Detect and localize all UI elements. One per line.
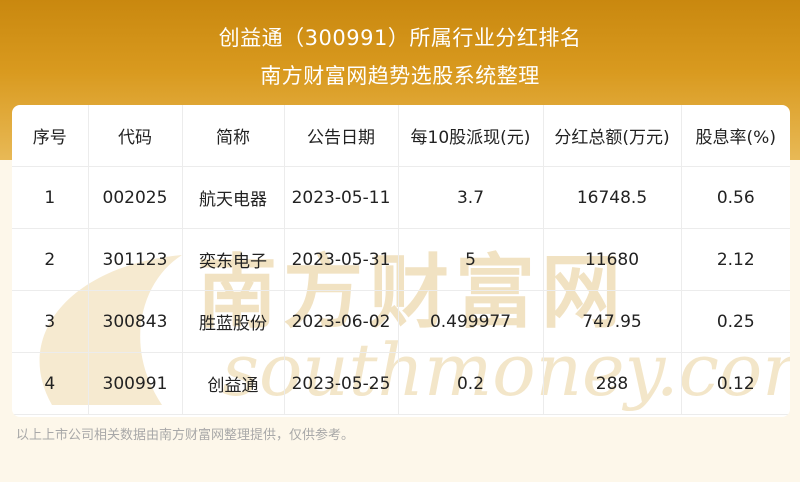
col-header-yield: 股息率(%) (681, 105, 790, 167)
col-header-date: 公告日期 (284, 105, 399, 167)
cell-yield: 0.56 (681, 166, 790, 229)
cell-code: 300991 (88, 352, 183, 415)
cell-rank: 1 (12, 166, 89, 229)
cell-code: 300843 (88, 290, 183, 353)
cell-date: 2023-05-31 (284, 228, 399, 291)
cell-total-dividend: 288 (543, 352, 682, 415)
footer-note: 以上上市公司相关数据由南方财富网整理提供，仅供参考。 (16, 428, 355, 443)
table-row: 3 300843 胜蓝股份 2023-06-02 0.499977 747.95… (12, 290, 790, 353)
cell-code: 301123 (88, 228, 183, 291)
cell-total-dividend: 11680 (543, 228, 682, 291)
cell-cash-per-10: 0.499977 (398, 290, 544, 353)
col-header-cash-per-10: 每10股派现(元) (398, 105, 544, 167)
table-header-row: 序号 代码 简称 公告日期 每10股派现(元) 分红总额(万元) 股息率(%) (12, 105, 790, 167)
table-row: 2 301123 奕东电子 2023-05-31 5 11680 2.12 (12, 228, 790, 291)
cell-yield: 0.25 (681, 290, 790, 353)
col-header-total-dividend: 分红总额(万元) (543, 105, 682, 167)
dividend-table: 序号 代码 简称 公告日期 每10股派现(元) 分红总额(万元) 股息率(%) … (12, 105, 790, 415)
cell-rank: 3 (12, 290, 89, 353)
cell-total-dividend: 747.95 (543, 290, 682, 353)
col-header-rank: 序号 (12, 105, 89, 167)
page-title: 创益通（300991）所属行业分红排名 (218, 26, 582, 50)
col-header-name: 简称 (182, 105, 285, 167)
cell-name: 胜蓝股份 (182, 290, 285, 353)
cell-rank: 4 (12, 352, 89, 415)
cell-rank: 2 (12, 228, 89, 291)
cell-name: 创益通 (182, 352, 285, 415)
cell-name: 航天电器 (182, 166, 285, 229)
cell-date: 2023-05-25 (284, 352, 399, 415)
cell-date: 2023-06-02 (284, 290, 399, 353)
cell-cash-per-10: 0.2 (398, 352, 544, 415)
table-row: 4 300991 创益通 2023-05-25 0.2 288 0.12 (12, 352, 790, 415)
cell-cash-per-10: 5 (398, 228, 544, 291)
cell-name: 奕东电子 (182, 228, 285, 291)
cell-total-dividend: 16748.5 (543, 166, 682, 229)
cell-date: 2023-05-11 (284, 166, 399, 229)
cell-code: 002025 (88, 166, 183, 229)
col-header-code: 代码 (88, 105, 183, 167)
table-card: 南方财富网 southmoney.com 序号 代码 简称 公告日期 每10股派… (12, 105, 790, 417)
table-row: 1 002025 航天电器 2023-05-11 3.7 16748.5 0.5… (12, 166, 790, 229)
page-subtitle: 南方财富网趋势选股系统整理 (260, 64, 540, 88)
cell-yield: 0.12 (681, 352, 790, 415)
cell-yield: 2.12 (681, 228, 790, 291)
cell-cash-per-10: 3.7 (398, 166, 544, 229)
